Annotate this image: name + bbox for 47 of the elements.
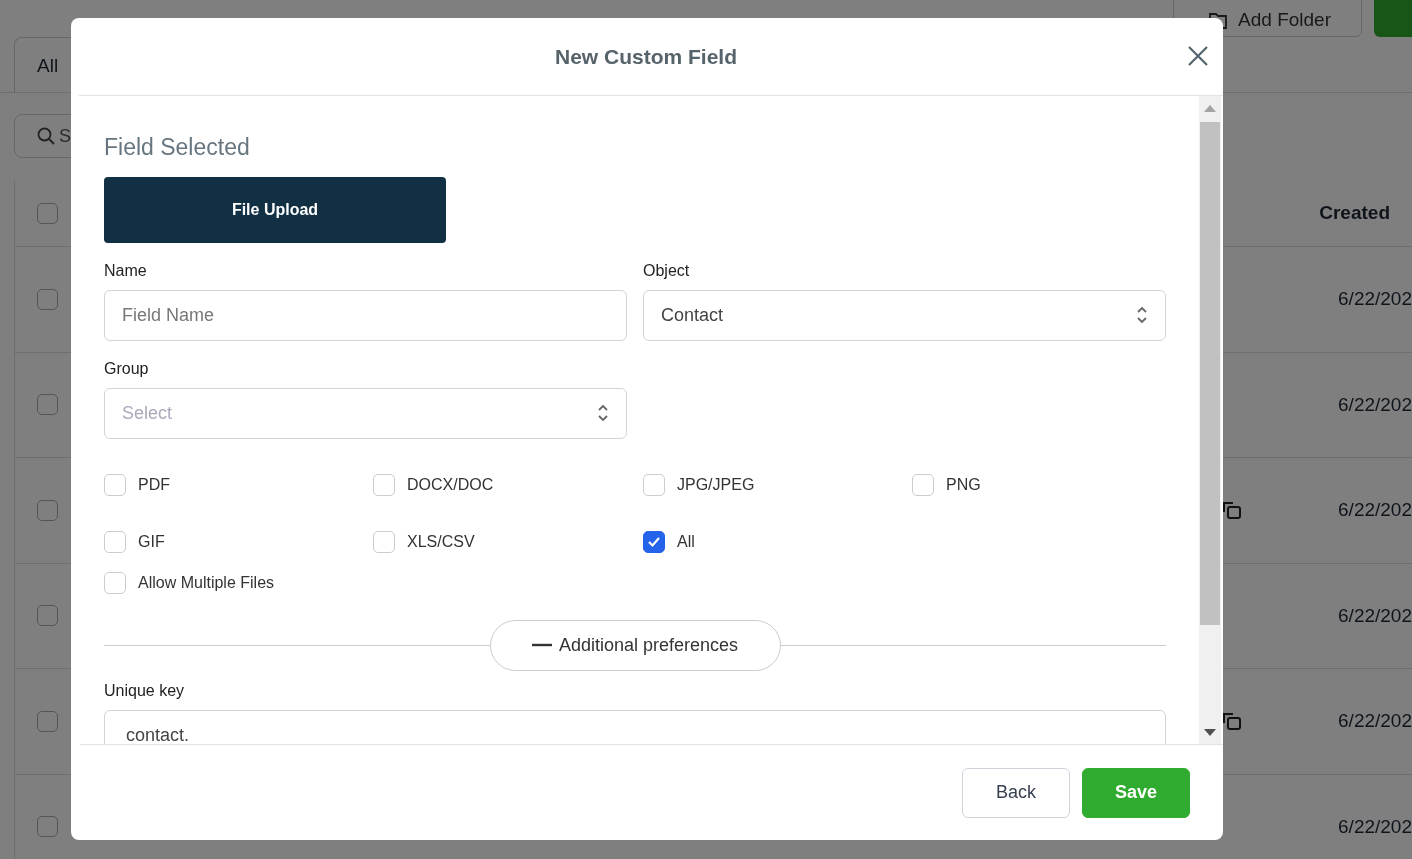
chevron-icon	[1136, 305, 1148, 325]
date-cell-text: 6/22/202	[1338, 287, 1412, 311]
action-button[interactable]	[1374, 0, 1412, 37]
name-field[interactable]: Field Name	[104, 289, 627, 341]
checkbox-option[interactable]: Allow Multiple Files	[104, 570, 643, 595]
field-type-button[interactable]: File Upload	[104, 176, 446, 243]
checkbox[interactable]	[37, 202, 58, 224]
checkbox[interactable]	[37, 394, 58, 416]
checkbox-option[interactable]: PDF	[104, 472, 373, 497]
checkbox[interactable]	[37, 499, 58, 521]
checkbox-option[interactable]: All	[643, 529, 912, 554]
checkbox-option[interactable]: GIF	[104, 529, 373, 554]
checkbox-option[interactable]: PNG	[912, 472, 1162, 497]
checkbox[interactable]	[37, 605, 58, 627]
checkbox[interactable]	[37, 288, 58, 310]
close-icon	[1187, 45, 1209, 67]
date-cell-text: 6/22/202	[1338, 709, 1412, 733]
section-heading: Field Selected	[104, 133, 251, 162]
field-label: Name	[104, 260, 147, 281]
object-select[interactable]: Contact	[643, 289, 1166, 341]
copy-icon[interactable]	[1221, 500, 1243, 520]
column-header: Created	[1319, 200, 1390, 225]
check-icon	[647, 535, 661, 548]
checkbox[interactable]	[37, 710, 58, 732]
back-button[interactable]: Back	[962, 767, 1070, 818]
checkbox-option[interactable]: JPG/JPEG	[643, 472, 912, 497]
dialog-title: New Custom Field	[555, 43, 737, 70]
unique-key-field[interactable]: contact.	[104, 709, 1166, 744]
scrollbar[interactable]	[1199, 96, 1221, 744]
date-cell-text: 6/22/202	[1338, 392, 1412, 417]
field-label: Unique key	[104, 680, 185, 701]
checkbox-option[interactable]: DOCX/DOC	[373, 472, 643, 497]
checkbox-option[interactable]: XLS/CSV	[373, 529, 643, 554]
checkbox[interactable]	[37, 816, 58, 838]
additional-preferences-toggle[interactable]: Additional preferences	[489, 619, 781, 671]
scroll-down-icon[interactable]	[1204, 729, 1216, 736]
close-button[interactable]	[1187, 45, 1209, 67]
field-label: Group	[104, 358, 149, 379]
search-icon	[37, 127, 55, 145]
date-cell-text: 6/22/202	[1338, 603, 1412, 628]
chevron-icon	[597, 403, 609, 423]
minus-icon	[531, 643, 552, 647]
field-label: Object	[643, 260, 690, 281]
scroll-up-icon[interactable]	[1204, 105, 1216, 112]
date-cell-text: 6/22/202	[1338, 498, 1412, 522]
date-cell-text: 6/22/202	[1338, 814, 1412, 839]
copy-icon[interactable]	[1221, 711, 1243, 731]
